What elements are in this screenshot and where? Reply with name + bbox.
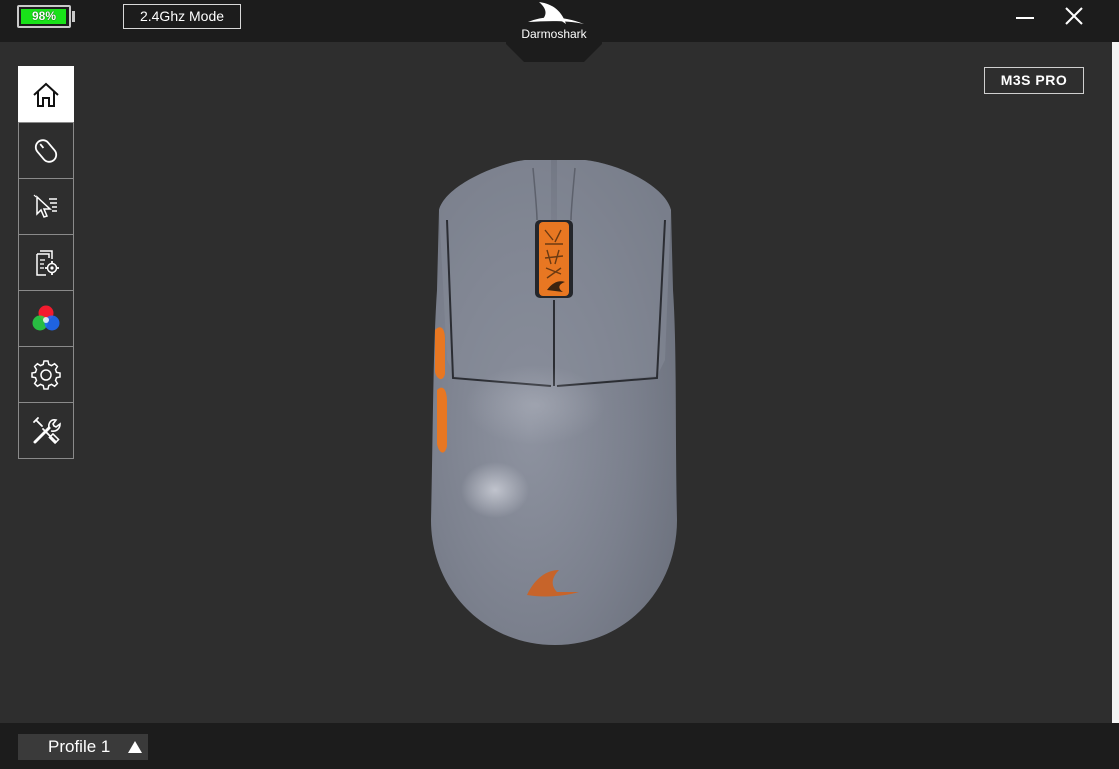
right-click-button xyxy=(557,160,671,384)
document-gear-icon xyxy=(36,249,59,276)
profile-selector[interactable]: Profile 1 xyxy=(18,734,148,760)
device-model-badge: M3S PRO xyxy=(984,67,1084,94)
battery-indicator: 98% xyxy=(17,5,71,28)
sidebar-item-mouse[interactable] xyxy=(18,122,74,179)
tools-icon xyxy=(33,416,61,444)
brand-name: Darmoshark xyxy=(521,27,587,41)
gear-icon xyxy=(31,359,61,390)
mouse-icon xyxy=(34,138,58,163)
minimize-button[interactable] xyxy=(1012,4,1038,30)
mouse-3d-preview xyxy=(425,150,685,650)
close-icon xyxy=(1065,7,1083,25)
sidebar-item-home[interactable] xyxy=(18,66,74,123)
pointer-settings-icon xyxy=(33,194,57,218)
left-click-button xyxy=(439,160,551,384)
connection-mode-badge: 2.4Ghz Mode xyxy=(123,4,241,29)
sidebar-item-lighting[interactable] xyxy=(18,290,74,347)
sidebar-item-settings[interactable] xyxy=(18,346,74,403)
sidebar-item-pointer[interactable] xyxy=(18,178,74,235)
battery-cap xyxy=(72,11,75,22)
profile-label: Profile 1 xyxy=(48,737,111,756)
minimize-icon xyxy=(1016,17,1034,19)
triangle-up-icon xyxy=(128,741,142,753)
side-button-back xyxy=(437,387,447,453)
close-button[interactable] xyxy=(1061,4,1087,30)
background-window-edge xyxy=(1112,42,1119,723)
footer-bar xyxy=(0,723,1119,769)
brand-logo: Darmoshark xyxy=(506,0,602,62)
battery-percent: 98% xyxy=(31,9,57,23)
sidebar-item-macro[interactable] xyxy=(18,234,74,291)
home-icon xyxy=(33,82,59,107)
rgb-lighting-icon xyxy=(32,305,60,330)
side-button-forward xyxy=(435,327,445,380)
sidebar-item-tools[interactable] xyxy=(18,402,74,459)
sidebar xyxy=(18,66,74,459)
